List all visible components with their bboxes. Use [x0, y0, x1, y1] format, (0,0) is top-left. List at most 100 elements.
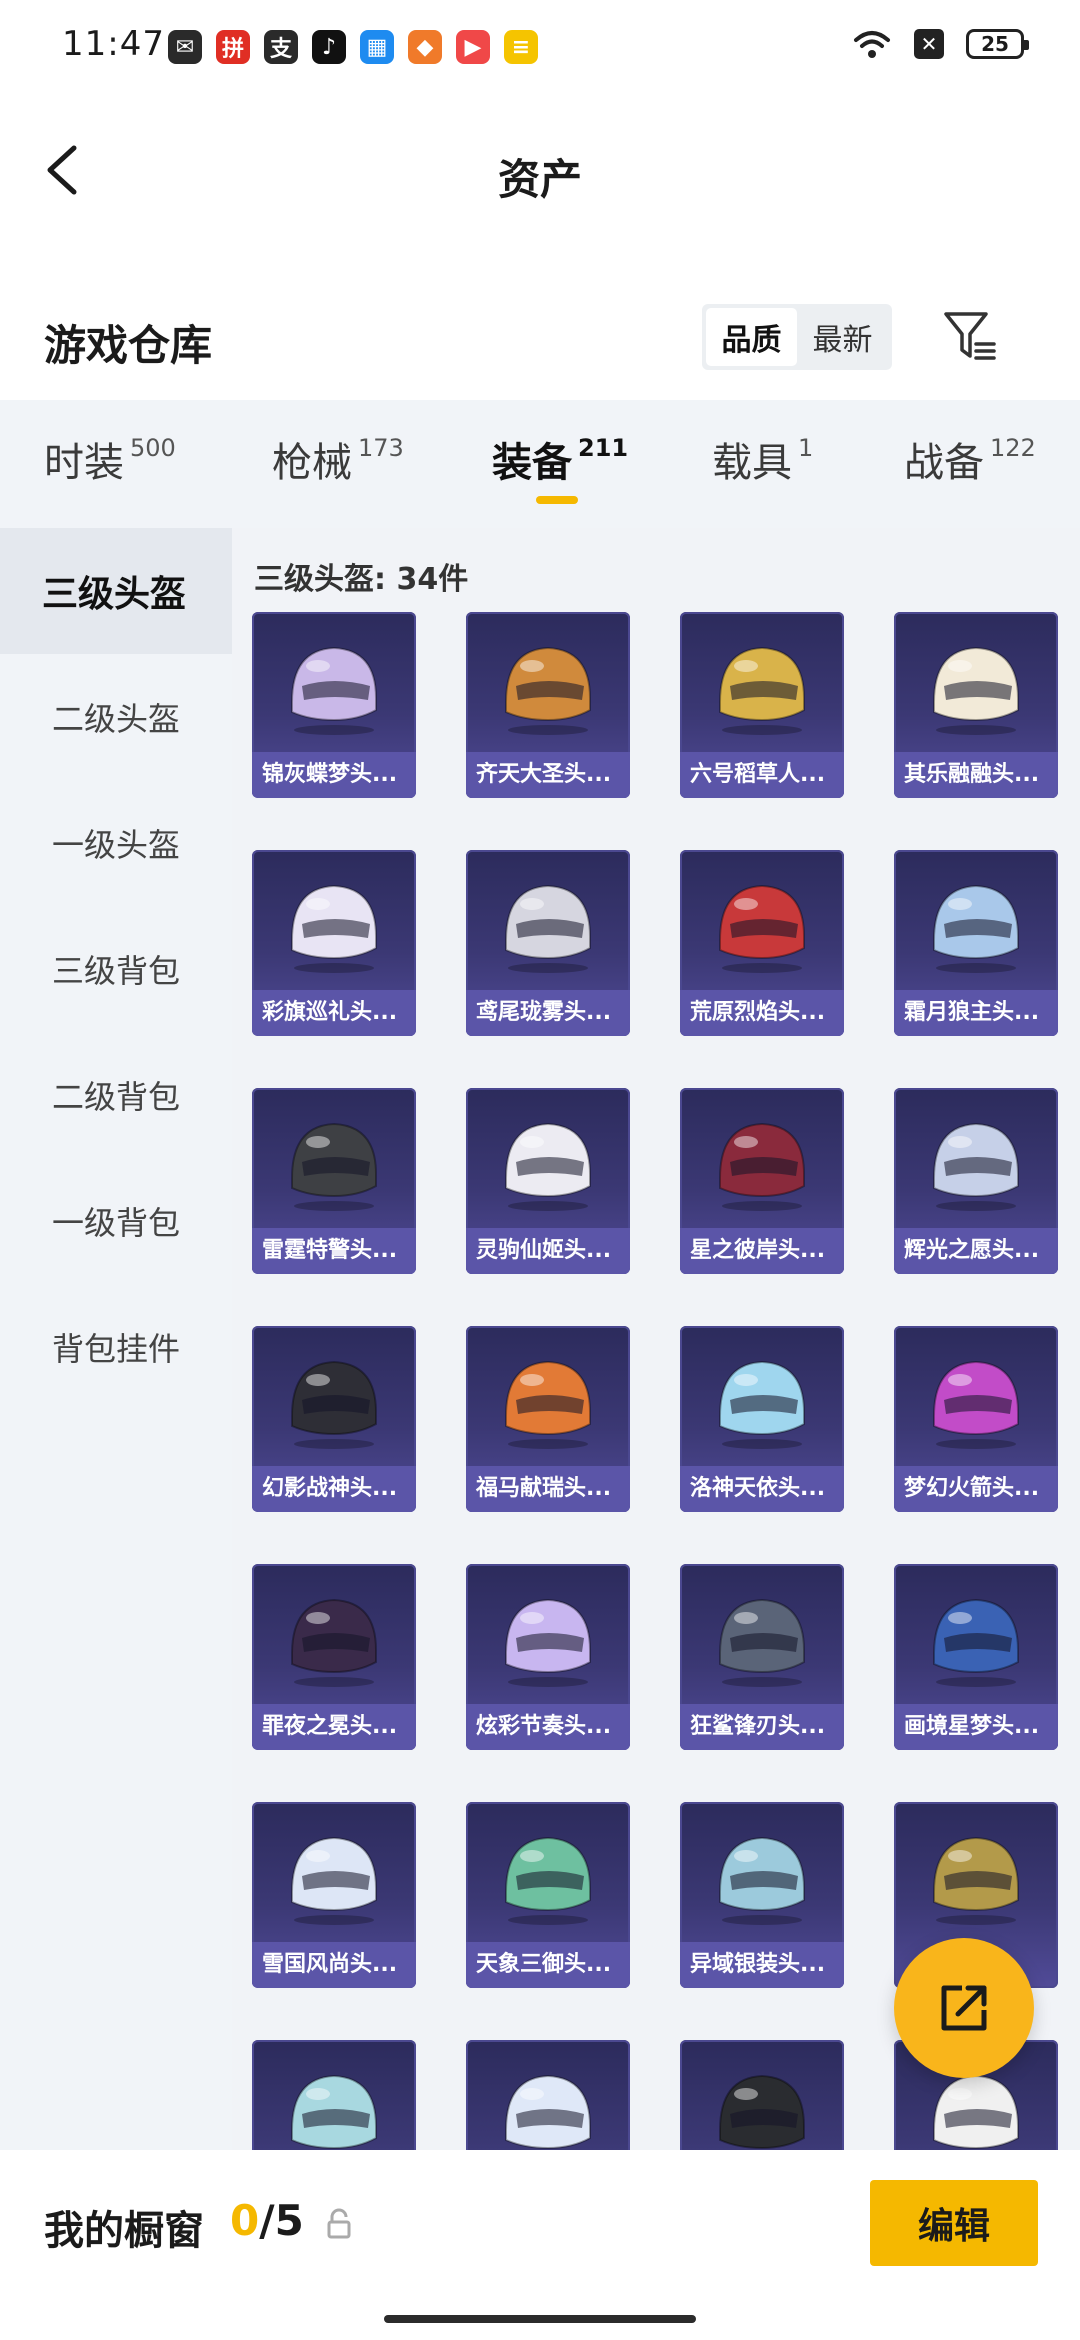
tab-label: 枪械 — [272, 440, 352, 486]
helmet-item-card[interactable]: 幻影战神头... — [252, 1326, 416, 1512]
item-name: 狂鲨锋刃头... — [680, 1704, 844, 1750]
item-name: 雪国风尚头... — [252, 1942, 416, 1988]
helmet-item-card[interactable]: 锦灰蝶梦头... — [252, 612, 416, 798]
helmet-item-card[interactable] — [680, 2040, 844, 2150]
helmet-icon — [933, 1360, 1019, 1449]
helmet-icon — [291, 1598, 377, 1687]
sort-newest-button[interactable]: 最新 — [797, 308, 888, 366]
sidebar-item-level2-backpack[interactable]: 二级背包 — [0, 1032, 232, 1158]
helmet-item-card[interactable]: 鸢尾珑雾头... — [466, 850, 630, 1036]
sort-quality-button[interactable]: 品质 — [706, 308, 797, 366]
filter-icon[interactable] — [940, 306, 1000, 366]
helmet-item-card[interactable]: 星之彼岸头... — [680, 1088, 844, 1274]
video-app-icon: ▶ — [456, 30, 490, 64]
item-name: 星之彼岸头... — [680, 1228, 844, 1274]
helmet-icon — [505, 884, 591, 973]
helmet-icon — [291, 646, 377, 735]
helmet-item-card[interactable]: 雷霆特警头... — [252, 1088, 416, 1274]
sort-toggle: 品质 最新 — [702, 304, 892, 370]
sidebar-item-level3-helmet[interactable]: 三级头盔 — [0, 528, 232, 654]
helmet-item-card[interactable]: 洛神天依头... — [680, 1326, 844, 1512]
helmet-icon — [933, 1836, 1019, 1925]
helmet-icon — [505, 646, 591, 735]
section-title: 游戏仓库 — [44, 321, 213, 370]
notification-icons: ✉ 拼支 ♪ ▦ ◆ ▶ ≡ — [168, 30, 538, 64]
showcase-bar: 我的橱窗 0/5 编辑 — [0, 2150, 1080, 2340]
tab-count: 122 — [990, 434, 1036, 462]
item-name: 异域银装头... — [680, 1942, 844, 1988]
calendar-app-icon: ▦ — [360, 30, 394, 64]
showcase-count: 0/5 — [230, 2196, 304, 2245]
showcase-max: 5 — [274, 2196, 304, 2245]
tab-count: 1 — [798, 434, 814, 462]
helmet-item-card[interactable]: 六号稻草人... — [680, 612, 844, 798]
page-title: 资产 — [497, 155, 582, 204]
helmet-icon — [719, 2074, 805, 2150]
pinduoduo-icon: 拼 — [216, 30, 250, 64]
active-tab-indicator — [536, 496, 578, 504]
item-grid-panel: 三级头盔: 34件 锦灰蝶梦头... 齐天大圣头... 六号稻草人... 其乐融融头.… — [232, 528, 1080, 2150]
item-count-label: 三级头盔: 34件 — [254, 562, 469, 597]
item-name: 辉光之愿头... — [894, 1228, 1058, 1274]
helmet-icon — [933, 1122, 1019, 1211]
sidebar-item-level3-backpack[interactable]: 三级背包 — [0, 906, 232, 1032]
share-button[interactable] — [894, 1938, 1034, 2078]
sidebar-item-level1-helmet[interactable]: 一级头盔 — [0, 780, 232, 906]
helmet-item-card[interactable]: 天象三御头... — [466, 1802, 630, 1988]
item-name: 霜月狼主头... — [894, 990, 1058, 1036]
tab-firearms[interactable]: 枪械 173 — [272, 430, 404, 488]
edit-button[interactable]: 编辑 — [870, 2180, 1038, 2266]
helmet-icon — [291, 1360, 377, 1449]
helmet-icon — [291, 1836, 377, 1925]
tab-count: 211 — [578, 434, 629, 462]
helmet-item-card[interactable]: 雪国风尚头... — [252, 1802, 416, 1988]
helmet-icon — [719, 1122, 805, 1211]
helmet-item-card[interactable] — [252, 2040, 416, 2150]
item-name: 雷霆特警头... — [252, 1228, 416, 1274]
item-name: 锦灰蝶梦头... — [252, 752, 416, 798]
sidebar-item-level1-backpack[interactable]: 一级背包 — [0, 1158, 232, 1284]
status-indicators: ✕ 25 — [852, 28, 1029, 60]
item-name: 彩旗巡礼头... — [252, 990, 416, 1036]
helmet-item-card[interactable]: 彩旗巡礼头... — [252, 850, 416, 1036]
helmet-item-card[interactable]: 荒原烈焰头... — [680, 850, 844, 1036]
showcase-label: 我的橱窗 — [44, 2208, 204, 2254]
helmet-item-card[interactable]: 福马献瑞头... — [466, 1326, 630, 1512]
tab-supplies[interactable]: 战备 122 — [904, 430, 1036, 488]
helmet-item-card[interactable]: 霜月狼主头... — [894, 850, 1058, 1036]
helmet-item-card[interactable]: 辉光之愿头... — [894, 1088, 1058, 1274]
helmet-item-card[interactable]: 罪夜之冕头... — [252, 1564, 416, 1750]
item-name: 福马献瑞头... — [466, 1466, 630, 1512]
share-external-icon — [941, 1985, 987, 2031]
tab-fashion[interactable]: 时装 500 — [44, 430, 176, 488]
helmet-item-card[interactable] — [466, 2040, 630, 2150]
helmet-item-card[interactable]: 画境星梦头... — [894, 1564, 1058, 1750]
alipay-icon: 支 — [264, 30, 298, 64]
helmet-item-card[interactable]: 其乐融融头... — [894, 612, 1058, 798]
helmet-item-card[interactable]: 灵驹仙姬头... — [466, 1088, 630, 1274]
item-name: 灵驹仙姬头... — [466, 1228, 630, 1274]
item-name: 幻影战神头... — [252, 1466, 416, 1512]
battery-level: 25 — [981, 32, 1009, 56]
helmet-icon — [719, 1360, 805, 1449]
sidebar-item-level2-helmet[interactable]: 二级头盔 — [0, 654, 232, 780]
tab-vehicles[interactable]: 载具 1 — [712, 430, 813, 488]
helmet-icon — [505, 1598, 591, 1687]
tab-label: 时装 — [44, 440, 124, 486]
helmet-item-card[interactable]: 炫彩节奏头... — [466, 1564, 630, 1750]
subcategory-sidebar: 三级头盔 二级头盔 一级头盔 三级背包 二级背包 一级背包 背包挂件 — [0, 528, 232, 2150]
helmet-item-card[interactable]: 齐天大圣头... — [466, 612, 630, 798]
no-sim-icon: ✕ — [914, 29, 944, 59]
tab-equipment[interactable]: 装备 211 — [492, 430, 628, 488]
helmet-icon — [719, 1598, 805, 1687]
item-name: 画境星梦头... — [894, 1704, 1058, 1750]
item-grid: 锦灰蝶梦头... 齐天大圣头... 六号稻草人... 其乐融融头... 彩旗巡礼头...… — [252, 612, 1058, 2150]
tab-label: 装备 — [492, 440, 572, 486]
helmet-item-card[interactable]: 异域银装头... — [680, 1802, 844, 1988]
helmet-item-card[interactable]: 狂鲨锋刃头... — [680, 1564, 844, 1750]
app-header: 资产 — [0, 110, 1080, 230]
helmet-item-card[interactable]: 梦幻火箭头... — [894, 1326, 1058, 1512]
item-name: 梦幻火箭头... — [894, 1466, 1058, 1512]
sidebar-item-backpack-pendant[interactable]: 背包挂件 — [0, 1284, 232, 1410]
helmet-icon — [291, 2074, 377, 2150]
